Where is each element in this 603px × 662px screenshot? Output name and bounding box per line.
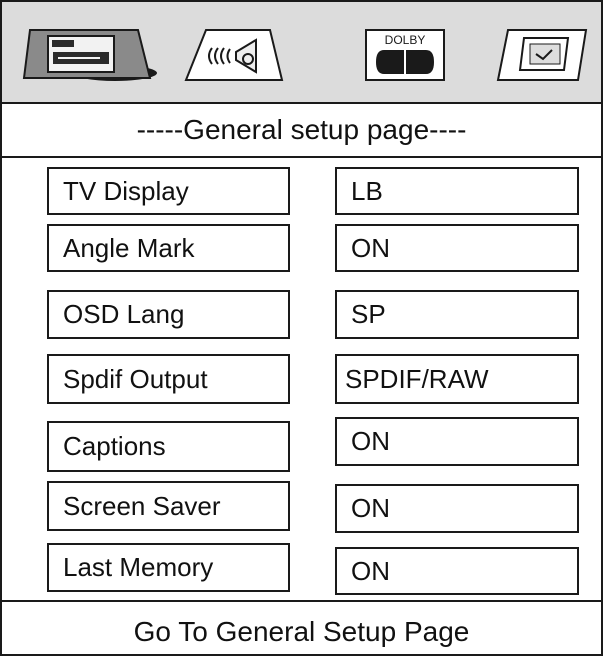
speaker-sound-icon[interactable] (182, 26, 292, 84)
setting-label-osd-lang: OSD Lang (47, 290, 290, 339)
setting-value-last-memory[interactable]: ON (335, 547, 579, 595)
setup-menu-frame: DOLBY -----General setup page---- TV Dis… (0, 0, 603, 656)
page-title: -----General setup page---- (2, 104, 601, 158)
setting-value-tv-display[interactable]: LB (335, 167, 579, 215)
footer-hint: Go To General Setup Page (2, 600, 601, 658)
general-setup-icon[interactable] (20, 26, 160, 84)
tab-bar: DOLBY (2, 2, 601, 104)
setting-value-osd-lang[interactable]: SP (335, 290, 579, 339)
setting-value-captions[interactable]: ON (335, 417, 579, 466)
dolby-audio-icon[interactable]: DOLBY (360, 26, 450, 84)
setting-label-tv-display: TV Display (47, 167, 290, 215)
setting-value-screen-saver[interactable]: ON (335, 484, 579, 533)
setting-label-captions: Captions (47, 421, 290, 472)
preference-tv-icon[interactable] (494, 26, 592, 84)
setting-label-angle-mark: Angle Mark (47, 224, 290, 272)
setting-label-last-memory: Last Memory (47, 543, 290, 592)
setting-value-spdif-output[interactable]: SPDIF/RAW (335, 354, 579, 404)
svg-text:DOLBY: DOLBY (385, 33, 426, 47)
setting-label-spdif-output: Spdif Output (47, 354, 290, 404)
setting-label-screen-saver: Screen Saver (47, 481, 290, 531)
setting-value-angle-mark[interactable]: ON (335, 224, 579, 272)
